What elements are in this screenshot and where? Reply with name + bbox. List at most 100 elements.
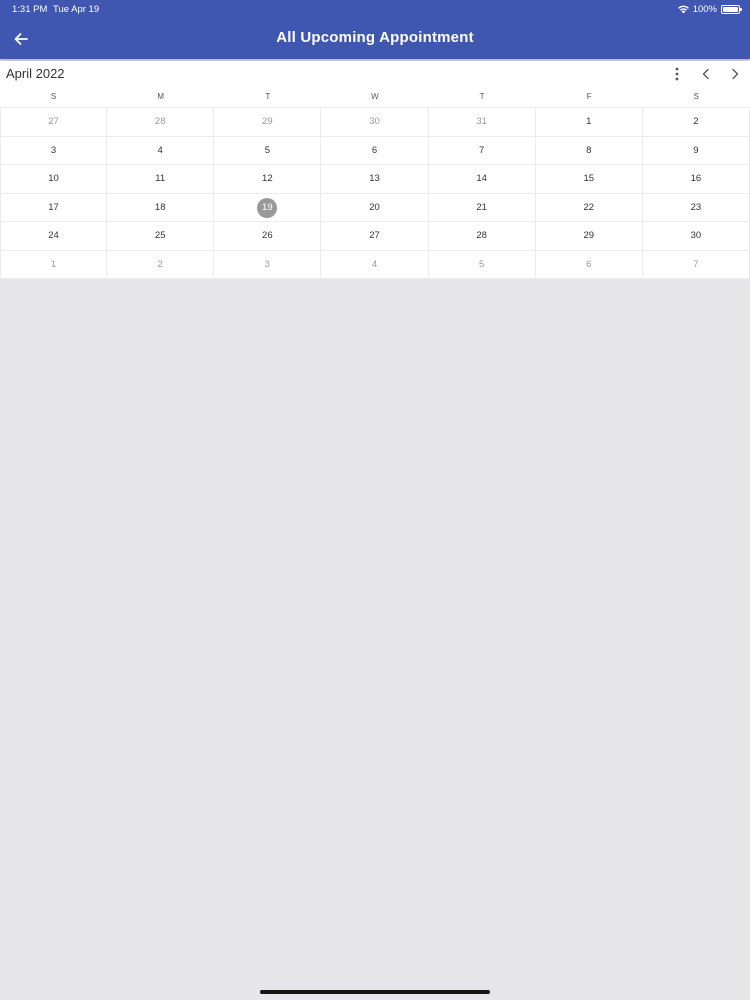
- day-cell[interactable]: 8: [535, 136, 643, 165]
- day-cell-today[interactable]: 19: [214, 193, 322, 222]
- day-cell[interactable]: 29: [214, 108, 322, 137]
- day-cell[interactable]: 3: [214, 250, 322, 279]
- day-cell[interactable]: 3: [0, 136, 108, 165]
- day-cell[interactable]: 4: [107, 136, 215, 165]
- day-number: 7: [693, 258, 699, 270]
- battery-percent: 100%: [692, 3, 717, 15]
- home-indicator: [260, 990, 490, 994]
- day-cell[interactable]: 5: [428, 250, 536, 279]
- day-number: 20: [369, 201, 380, 213]
- day-number: 29: [262, 116, 273, 127]
- more-options-button[interactable]: [668, 65, 686, 83]
- day-cell[interactable]: 23: [642, 193, 750, 222]
- status-time: 1:31 PM: [12, 4, 48, 15]
- day-number: 31: [476, 116, 487, 127]
- wifi-icon: [677, 5, 689, 14]
- day-number: 5: [478, 258, 485, 270]
- day-number: 9: [693, 144, 699, 156]
- day-number: 1: [586, 116, 592, 127]
- day-cell[interactable]: 11: [107, 165, 215, 194]
- day-number: 3: [264, 258, 270, 270]
- day-cell[interactable]: 20: [321, 193, 429, 222]
- day-cell[interactable]: 27: [0, 108, 108, 137]
- weekday-label: T: [265, 92, 271, 101]
- weekday-header: SMTWTFS: [0, 91, 750, 107]
- day-cell[interactable]: 21: [428, 193, 536, 222]
- day-cell[interactable]: 7: [428, 136, 536, 165]
- day-number: 30: [690, 230, 702, 241]
- day-number: 8: [586, 144, 592, 156]
- page-title: All Upcoming Appointment: [276, 29, 474, 46]
- day-number: 13: [369, 173, 380, 184]
- day-cell[interactable]: 1: [535, 108, 643, 137]
- day-number: 19: [257, 197, 278, 218]
- day-number: 3: [50, 144, 57, 156]
- day-cell[interactable]: 30: [321, 108, 429, 137]
- day-number: 25: [154, 230, 166, 241]
- day-cell[interactable]: 7: [642, 250, 750, 279]
- day-cell[interactable]: 2: [642, 108, 750, 137]
- day-number: 1: [50, 258, 57, 270]
- prev-month-button[interactable]: [697, 65, 715, 83]
- weekday-label: S: [693, 92, 699, 101]
- day-cell[interactable]: 10: [0, 165, 108, 194]
- day-number: 28: [476, 230, 487, 241]
- day-number: 4: [371, 258, 378, 270]
- calendar: April 2022 SMTWTFS 27 28 29 30 31 1 2 3 4 5 6 7 8 9 10…: [0, 61, 750, 279]
- weekday-label: S: [50, 92, 57, 101]
- day-cell[interactable]: 16: [642, 165, 750, 194]
- day-number: 23: [690, 201, 702, 213]
- day-cell[interactable]: 9: [642, 136, 750, 165]
- weekday-label: F: [586, 92, 592, 101]
- day-cell[interactable]: 6: [321, 136, 429, 165]
- day-number: 18: [154, 201, 166, 213]
- month-title: April 2022: [6, 66, 65, 81]
- day-cell[interactable]: 15: [535, 165, 643, 194]
- day-number: 4: [157, 144, 163, 156]
- day-number: 12: [262, 173, 273, 184]
- day-cell[interactable]: 29: [535, 222, 643, 251]
- day-cell[interactable]: 4: [321, 250, 429, 279]
- day-number: 11: [155, 173, 166, 184]
- day-number: 28: [154, 116, 166, 127]
- day-cell[interactable]: 17: [0, 193, 108, 222]
- day-cell[interactable]: 22: [535, 193, 643, 222]
- day-number: 7: [478, 144, 485, 156]
- weekday-label: T: [479, 92, 485, 101]
- day-number: 24: [48, 230, 59, 241]
- day-cell[interactable]: 28: [428, 222, 536, 251]
- day-cell[interactable]: 31: [428, 108, 536, 137]
- status-date: Tue Apr 19: [53, 4, 100, 15]
- day-cell[interactable]: 6: [535, 250, 643, 279]
- chevron-left-icon: [702, 68, 709, 80]
- day-cell[interactable]: 18: [107, 193, 215, 222]
- day-cell[interactable]: 28: [107, 108, 215, 137]
- day-number: 27: [48, 116, 59, 127]
- day-number: 21: [476, 201, 487, 213]
- day-cell[interactable]: 30: [642, 222, 750, 251]
- day-cell[interactable]: 13: [321, 165, 429, 194]
- weekday-label: M: [157, 92, 165, 101]
- day-number: 27: [369, 230, 380, 241]
- day-number: 29: [583, 230, 595, 241]
- day-number: 17: [48, 201, 59, 213]
- day-number: 14: [476, 173, 487, 184]
- day-number: 26: [262, 230, 273, 241]
- day-number: 6: [371, 144, 378, 156]
- status-indicators: 100%: [677, 3, 742, 15]
- day-number: 10: [48, 173, 59, 184]
- day-cell[interactable]: 25: [107, 222, 215, 251]
- day-number: 6: [586, 258, 592, 270]
- day-cell[interactable]: 2: [107, 250, 215, 279]
- battery-icon: [721, 4, 742, 14]
- day-cell[interactable]: 27: [321, 222, 429, 251]
- day-number: 30: [369, 116, 380, 127]
- day-cell[interactable]: 26: [214, 222, 322, 251]
- day-cell[interactable]: 24: [0, 222, 108, 251]
- day-cell[interactable]: 1: [0, 250, 108, 279]
- day-cell[interactable]: 14: [428, 165, 536, 194]
- day-cell[interactable]: 12: [214, 165, 322, 194]
- next-month-button[interactable]: [726, 65, 744, 83]
- day-number: 15: [583, 173, 595, 184]
- day-cell[interactable]: 5: [214, 136, 322, 165]
